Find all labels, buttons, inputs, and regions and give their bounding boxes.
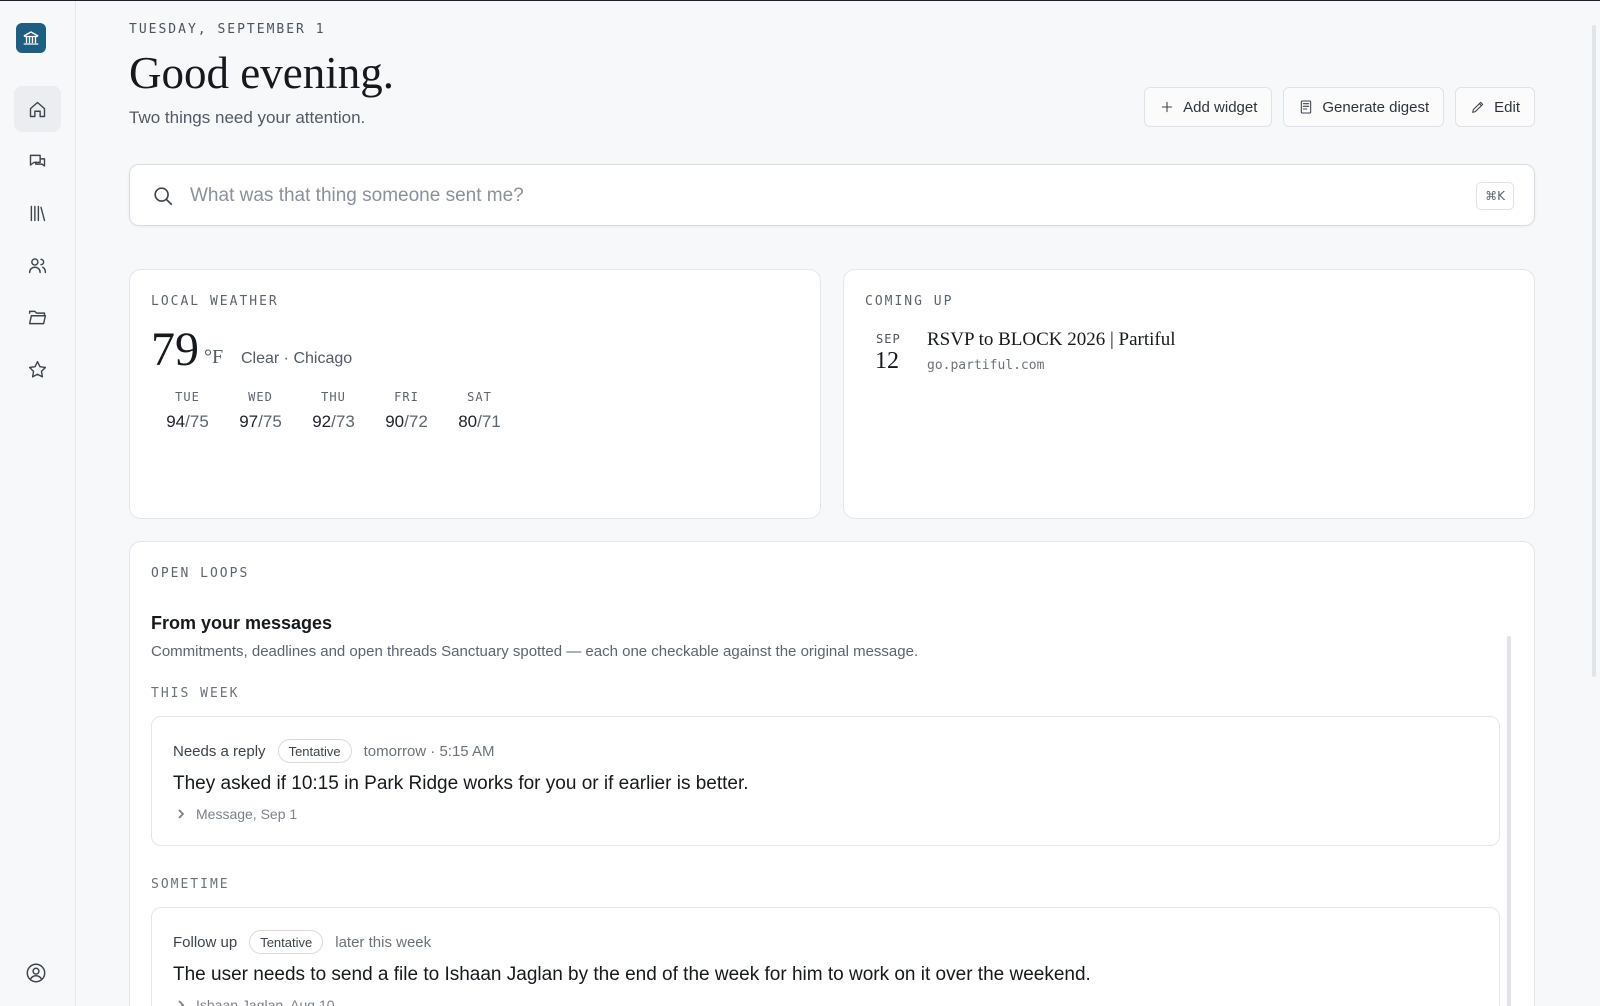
library-icon bbox=[30, 205, 46, 221]
star-icon bbox=[28, 360, 47, 378]
open-loops-card: OPEN LOOPS From your messages Commitment… bbox=[129, 541, 1535, 1006]
sidebar-item-people[interactable] bbox=[14, 242, 61, 288]
forecast-day: THU 92/73 bbox=[297, 390, 370, 432]
plus-icon bbox=[1161, 101, 1173, 113]
sidebar-item-files[interactable] bbox=[14, 294, 61, 340]
forecast-day: FRI 90/72 bbox=[370, 390, 443, 432]
temperature-unit: °F bbox=[204, 346, 224, 368]
search-bar[interactable]: ⌘K bbox=[129, 164, 1535, 226]
forecast-low: /75 bbox=[258, 412, 282, 431]
coming-up-card: COMING UP SEP 12 RSVP to BLOCK 2026 | Pa… bbox=[843, 269, 1535, 519]
weather-card: LOCAL WEATHER 79 °F Clear · Chicago TUE … bbox=[129, 269, 821, 519]
open-loops-title: From your messages bbox=[151, 613, 333, 633]
forecast-day: WED 97/75 bbox=[224, 390, 297, 432]
generate-digest-button[interactable]: Generate digest bbox=[1283, 87, 1445, 127]
loop-meta: Follow up Tentative later this week bbox=[173, 930, 431, 954]
sidebar-item-library[interactable] bbox=[14, 190, 61, 236]
user-circle-icon bbox=[26, 963, 46, 983]
loop-meta: Needs a reply Tentative tomorrow · 5:15 … bbox=[173, 739, 495, 763]
generate-digest-label: Generate digest bbox=[1322, 98, 1430, 116]
loop-item[interactable]: Follow up Tentative later this week The … bbox=[151, 907, 1500, 1006]
forecast-high: 90 bbox=[385, 412, 405, 431]
chevron-right-icon bbox=[178, 809, 185, 819]
loop-source-toggle[interactable]: Ishaan Jaglan, Aug 10 bbox=[176, 997, 335, 1006]
status-badge: Tentative bbox=[277, 739, 352, 763]
forecast-day: TUE 94/75 bbox=[151, 390, 224, 432]
forecast-day-name: TUE bbox=[175, 390, 200, 404]
weather-description: Clear · Chicago bbox=[241, 350, 353, 367]
forecast-low: /75 bbox=[185, 412, 209, 431]
loop-item[interactable]: Needs a reply Tentative tomorrow · 5:15 … bbox=[151, 716, 1500, 846]
search-icon bbox=[152, 185, 174, 212]
this-week-label: THIS WEEK bbox=[151, 686, 240, 701]
loop-when: tomorrow · 5:15 AM bbox=[363, 742, 495, 760]
event-day: 12 bbox=[875, 348, 899, 374]
weather-card-label: LOCAL WEATHER bbox=[151, 294, 279, 309]
status-badge: Tentative bbox=[249, 930, 324, 954]
loop-text: They asked if 10:15 in Park Ridge works … bbox=[173, 773, 749, 794]
event-month: SEP bbox=[876, 332, 901, 346]
open-loops-description: Commitments, deadlines and open threads … bbox=[151, 643, 919, 660]
forecast-list: TUE 94/75 WED 97/75 THU 92/73 FRI 90/72 … bbox=[151, 390, 516, 432]
pencil-icon bbox=[1472, 101, 1484, 113]
loop-source: Message, Sep 1 bbox=[196, 806, 298, 822]
open-loops-label: OPEN LOOPS bbox=[151, 566, 250, 581]
search-shortcut-badge: ⌘K bbox=[1476, 182, 1514, 210]
forecast-low: /71 bbox=[477, 412, 501, 431]
profile-button[interactable] bbox=[25, 962, 47, 989]
coming-up-label: COMING UP bbox=[865, 294, 954, 309]
chat-icon bbox=[29, 154, 46, 167]
loop-kind: Follow up bbox=[173, 933, 238, 951]
forecast-day: SAT 80/71 bbox=[443, 390, 516, 432]
loop-when: later this week bbox=[335, 933, 432, 951]
chevron-right-icon bbox=[178, 1000, 185, 1006]
add-widget-button[interactable]: Add widget bbox=[1144, 87, 1273, 127]
page-scrollbar[interactable] bbox=[1592, 25, 1596, 677]
sidebar-item-messages[interactable] bbox=[14, 138, 61, 184]
current-temperature: 79 bbox=[151, 323, 199, 376]
folder-icon bbox=[28, 310, 47, 324]
home-icon bbox=[29, 101, 46, 117]
open-loops-scrollbar[interactable] bbox=[1507, 636, 1511, 1006]
bank-icon[interactable] bbox=[16, 23, 46, 53]
forecast-day-name: FRI bbox=[394, 390, 419, 404]
forecast-high: 97 bbox=[239, 412, 259, 431]
people-icon bbox=[28, 257, 47, 273]
forecast-high: 92 bbox=[312, 412, 332, 431]
loop-source-toggle[interactable]: Message, Sep 1 bbox=[176, 806, 297, 822]
date-label: TUESDAY, SEPTEMBER 1 bbox=[129, 22, 326, 37]
page-subtitle: Two things need your attention. bbox=[129, 108, 366, 127]
add-widget-label: Add widget bbox=[1183, 98, 1258, 116]
forecast-low: /72 bbox=[404, 412, 428, 431]
page-title: Good evening. bbox=[129, 48, 394, 98]
forecast-day-name: THU bbox=[321, 390, 346, 404]
newspaper-icon bbox=[1301, 100, 1312, 114]
forecast-low: /73 bbox=[331, 412, 355, 431]
loop-source: Ishaan Jaglan, Aug 10 bbox=[196, 997, 335, 1006]
sidebar bbox=[0, 1, 76, 1006]
forecast-day-name: WED bbox=[248, 390, 273, 404]
event-title[interactable]: RSVP to BLOCK 2026 | Partiful bbox=[927, 329, 1176, 351]
loop-text: The user needs to send a file to Ishaan … bbox=[173, 964, 1091, 985]
edit-button[interactable]: Edit bbox=[1455, 87, 1535, 127]
sidebar-item-home[interactable] bbox=[14, 86, 61, 132]
event-url[interactable]: go.partiful.com bbox=[927, 358, 1044, 373]
header-actions: Add widget Generate digest Edit bbox=[1144, 87, 1535, 127]
forecast-high: 94 bbox=[166, 412, 186, 431]
sidebar-item-favorites[interactable] bbox=[14, 346, 61, 392]
loop-kind: Needs a reply bbox=[173, 742, 266, 760]
edit-label: Edit bbox=[1494, 98, 1520, 116]
forecast-high: 80 bbox=[458, 412, 478, 431]
forecast-day-name: SAT bbox=[467, 390, 492, 404]
search-input[interactable] bbox=[190, 179, 1390, 213]
sometime-label: SOMETIME bbox=[151, 877, 230, 892]
